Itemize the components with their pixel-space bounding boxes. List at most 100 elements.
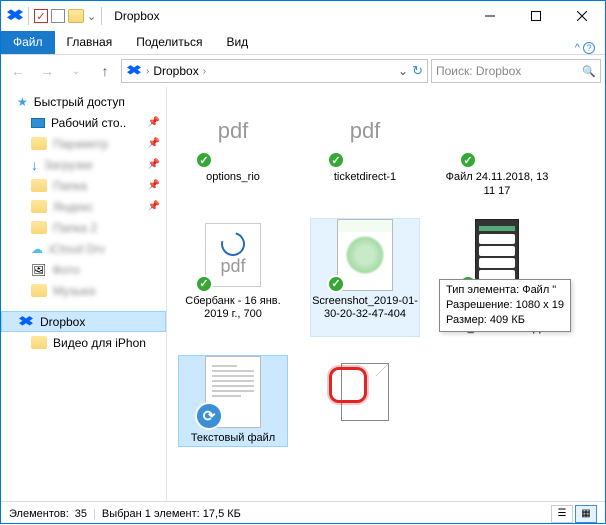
qat-properties-icon[interactable]: ✓ [34,9,48,23]
dropbox-icon[interactable] [7,8,23,24]
sidebar-desktop[interactable]: Рабочий сто.. 📌 [1,112,166,133]
tooltip: Тип элемента: Файл " Разрешение: 1080 x … [439,279,571,332]
sidebar-dropbox[interactable]: Dropbox [1,311,166,332]
pdf-partial-icon: pdf [218,118,249,144]
sidebar-item[interactable]: ☁ iCloud Drv [1,238,166,259]
tooltip-line: Тип элемента: Файл " [446,283,564,298]
pin-icon: 📌 [148,159,160,170]
cloud-icon: ☁ [31,242,43,256]
breadcrumb-dropbox-icon [126,63,142,79]
maximize-button[interactable] [513,1,559,31]
folder-icon [31,221,47,234]
sync-ok-icon: ✓ [195,275,213,293]
sidebar-label: Папка 2 [53,221,97,235]
nav-recent-button[interactable]: ⌄ [63,58,89,84]
search-input[interactable]: Поиск: Dropbox 🔍 [431,59,601,83]
sidebar-item[interactable]: 🖼Фото [1,259,166,280]
window-title: Dropbox [104,9,467,23]
annotation-highlight [329,367,367,403]
body: ★ Быстрый доступ Рабочий сто.. 📌 Парамет… [1,87,605,501]
sidebar-label: Параметр [53,137,108,151]
sync-ok-icon: ✓ [195,151,213,169]
file-pane[interactable]: pdf ✓ options_rio pdf ✓ ticketdirect-1 ✓… [167,87,605,501]
sidebar-label: Рабочий сто.. [51,116,126,130]
breadcrumb-current[interactable]: Dropbox [153,64,198,78]
sidebar-quick-access[interactable]: ★ Быстрый доступ [1,91,166,112]
tab-share[interactable]: Поделиться [124,31,214,54]
ribbon-help-icon[interactable]: ^ ? [565,42,605,54]
sidebar-label: Музыка [53,284,95,298]
sync-ok-icon: ✓ [327,275,345,293]
sync-ok-icon: ✓ [459,151,477,169]
qat-folder-icon[interactable] [68,9,84,23]
folder-icon [31,200,47,213]
breadcrumb-chevron-2[interactable]: › [203,66,206,77]
view-icons-button[interactable]: ▦ [575,505,597,523]
sidebar-label: Видео для iPhon [53,336,146,350]
pin-icon: 📌 [148,201,160,212]
close-button[interactable] [559,1,605,31]
file-name: Сбербанк - 16 янв. 2019 г., 700 [179,295,287,323]
nav-forward-button[interactable]: → [34,58,60,84]
nav-up-button[interactable]: ↑ [92,58,118,84]
file-item[interactable]: pdf ✓ ticketdirect-1 [311,95,419,199]
qat-checkbox-icon[interactable] [51,9,65,23]
sidebar-item[interactable]: Параметр 📌 [1,133,166,154]
sidebar-label: iCloud Drv [49,242,105,256]
qat-icons: ✓ ⌄ [1,7,104,25]
sync-ok-icon: ✓ [327,151,345,169]
qat-overflow-icon[interactable]: ⌄ [87,10,96,23]
file-item[interactable]: pdf ✓ options_rio [179,95,287,199]
qat-divider [28,7,29,25]
desktop-icon [31,118,45,128]
file-name: Файл 24.11.2018, 13 11 17 [443,171,551,199]
pin-icon: 📌 [148,117,160,128]
tab-file[interactable]: Файл [1,31,55,54]
sidebar-item[interactable]: Папка 📌 [1,175,166,196]
image-thumb [337,219,393,291]
search-icon[interactable]: 🔍 [582,65,596,78]
search-placeholder: Поиск: Dropbox [436,64,521,78]
file-name: Screenshot_2019-01-30-20-32-47-404 [311,295,419,323]
tab-home[interactable]: Главная [55,31,125,54]
sidebar-label: Папка [53,179,87,193]
nav-back-button[interactable]: ← [5,58,31,84]
breadcrumb-dropdown-icon[interactable]: ⌄ [398,64,408,78]
pin-icon: 📌 [148,138,160,149]
sidebar-item[interactable]: ↓Загрузки📌 [1,154,166,175]
sidebar: ★ Быстрый доступ Рабочий сто.. 📌 Парамет… [1,87,167,501]
sidebar-video-folder[interactable]: Видео для iPhon [1,332,166,353]
ribbon-tabs: Файл Главная Поделиться Вид ^ ? [1,31,605,55]
address-bar: ← → ⌄ ↑ › Dropbox › ⌄ ↻ Поиск: Dropbox 🔍 [1,55,605,87]
sidebar-item[interactable]: Музыка [1,280,166,301]
sidebar-item[interactable]: Яндекс 📌 [1,196,166,217]
folder-icon [31,336,47,349]
file-item[interactable]: ✓ Файл 24.11.2018, 13 11 17 [443,95,551,199]
file-name: Текстовый файл [191,432,275,446]
status-count-label: Элементов: [9,508,69,520]
view-details-button[interactable]: ☰ [551,505,573,523]
file-item[interactable]: ✓ Screenshot_2019-01-30-20-32-47-404 [311,219,419,336]
folder-icon [31,179,47,192]
sidebar-label: Быстрый доступ [34,95,125,109]
sidebar-label: Фото [52,263,80,277]
breadcrumb-chevron[interactable]: › [146,66,149,77]
folder-icon [31,284,47,297]
file-item[interactable]: pdf ✓ Сбербанк - 16 янв. 2019 г., 700 [179,219,287,336]
pdf-partial-icon: pdf [350,118,381,144]
pin-icon: 📌 [148,180,160,191]
sync-progress-icon: ⟳ [195,402,223,430]
breadcrumb[interactable]: › Dropbox › ⌄ ↻ [121,59,428,83]
tab-view[interactable]: Вид [214,31,260,54]
qat-divider-2 [101,7,102,25]
title-bar: ✓ ⌄ Dropbox [1,1,605,31]
minimize-button[interactable] [467,1,513,31]
sidebar-item[interactable]: Папка 2 [1,217,166,238]
file-item[interactable] [311,356,419,446]
status-count: 35 [75,508,87,520]
file-item-selected[interactable]: ⟳ Текстовый файл [179,356,287,446]
tooltip-line: Размер: 409 КБ [446,313,564,328]
refresh-button[interactable]: ↻ [412,63,423,79]
dropbox-icon [18,314,34,330]
sidebar-label: Яндекс [53,200,93,214]
